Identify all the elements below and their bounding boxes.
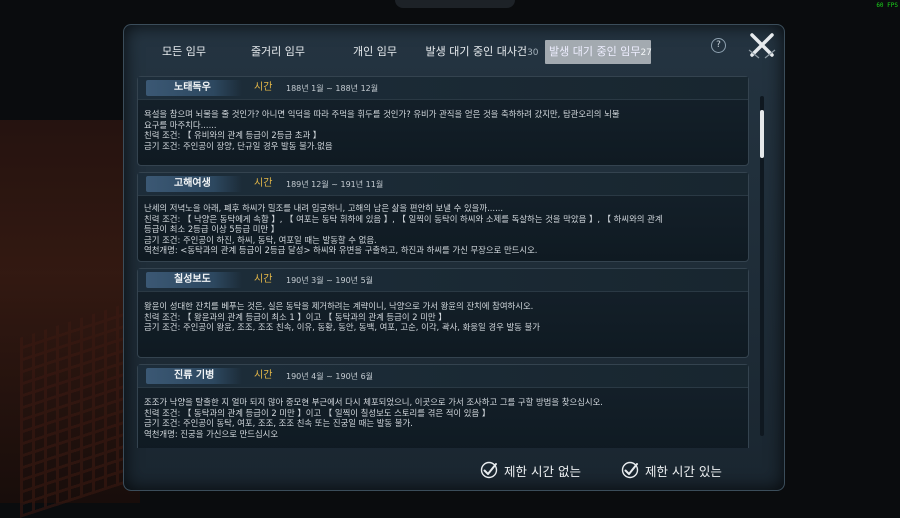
checkbox-checked-icon <box>621 461 639 479</box>
filter-no-time-limit[interactable]: 제한 시간 없는 <box>480 458 581 482</box>
quest-name: 고해여생 <box>146 176 242 192</box>
time-label: 시간 <box>254 274 273 285</box>
quest-name: 노태독우 <box>146 80 242 96</box>
quest-card[interactable]: 고해여생 시간 189년 12월 ~ 191년 11월 난세의 저녁노을 아래,… <box>137 172 749 262</box>
close-icon[interactable] <box>745 30 779 60</box>
help-icon[interactable]: ? <box>711 38 726 53</box>
quest-description: 조조가 낙양을 탈출한 지 얼마 되지 않아 중모현 부근에서 다시 체포되었으… <box>144 397 603 439</box>
quest-description: 난세의 저녁노을 아래, 폐후 하씨가 밀조를 내려 입궁하니, 고해의 남은 … <box>144 203 663 255</box>
quest-card-header: 진류 기병 시간 190년 4월 ~ 190년 6월 <box>138 365 748 388</box>
quest-description: 왕윤이 성대한 잔치를 베푸는 것은, 실은 동탁을 제거하려는 계략이니, 낙… <box>144 301 540 332</box>
pending-quests-count: 27 <box>640 48 652 58</box>
quest-list: 노태독우 시간 188년 1월 ~ 188년 12월 욕설을 참으며 뇌물을 줄… <box>137 76 749 448</box>
tab-personal-quests[interactable]: 개인 임무 <box>328 40 422 64</box>
filter-label: 제한 시간 있는 <box>644 463 722 479</box>
quest-card-header: 노태독우 시간 188년 1월 ~ 188년 12월 <box>138 77 748 100</box>
tab-pending-events[interactable]: 발생 대기 중인 대사건30 <box>422 40 542 64</box>
quest-time-range: 189년 12월 ~ 191년 11월 <box>286 180 384 189</box>
filter-label: 제한 시간 없는 <box>504 463 581 479</box>
quest-time-range: 190년 4월 ~ 190년 6월 <box>286 372 374 381</box>
tab-story-quests[interactable]: 줄거리 임무 <box>228 40 328 64</box>
fps-counter: 60 FPS <box>876 2 898 9</box>
background-lattice-window <box>20 302 130 518</box>
quest-filters: 제한 시간 없는 제한 시간 있는 <box>480 458 722 482</box>
quest-time-range: 190년 3월 ~ 190년 5월 <box>286 276 374 285</box>
time-label: 시간 <box>254 82 273 93</box>
quest-name: 진류 기병 <box>146 368 242 384</box>
quest-card-header: 고해여생 시간 189년 12월 ~ 191년 11월 <box>138 173 748 196</box>
quest-card[interactable]: 노태독우 시간 188년 1월 ~ 188년 12월 욕설을 참으며 뇌물을 줄… <box>137 76 749 166</box>
time-label: 시간 <box>254 370 273 381</box>
quest-tabs: 모든 임무 줄거리 임무 개인 임무 발생 대기 중인 대사건30 발생 대기 … <box>140 38 710 66</box>
quest-card[interactable]: 진류 기병 시간 190년 4월 ~ 190년 6월 조조가 낙양을 탈출한 지… <box>137 364 749 448</box>
quest-time-range: 188년 1월 ~ 188년 12월 <box>286 84 379 93</box>
top-hud-notch <box>395 0 515 8</box>
tab-all-quests[interactable]: 모든 임무 <box>140 40 228 64</box>
quest-card[interactable]: 칠성보도 시간 190년 3월 ~ 190년 5월 왕윤이 성대한 잔치를 베푸… <box>137 268 749 358</box>
time-label: 시간 <box>254 178 273 189</box>
scrollbar-thumb[interactable] <box>760 110 764 158</box>
quest-name: 칠성보도 <box>146 272 242 288</box>
quest-description: 욕설을 참으며 뇌물을 줄 것인가? 아니면 익덕을 따라 주먹을 휘두를 것인… <box>144 109 620 151</box>
tab-pending-quests[interactable]: 발생 대기 중인 임무27 <box>545 40 652 64</box>
checkbox-checked-icon <box>480 461 498 479</box>
pending-events-count: 30 <box>527 48 539 58</box>
quest-card-header: 칠성보도 시간 190년 3월 ~ 190년 5월 <box>138 269 748 292</box>
filter-with-time-limit[interactable]: 제한 시간 있는 <box>621 458 722 482</box>
